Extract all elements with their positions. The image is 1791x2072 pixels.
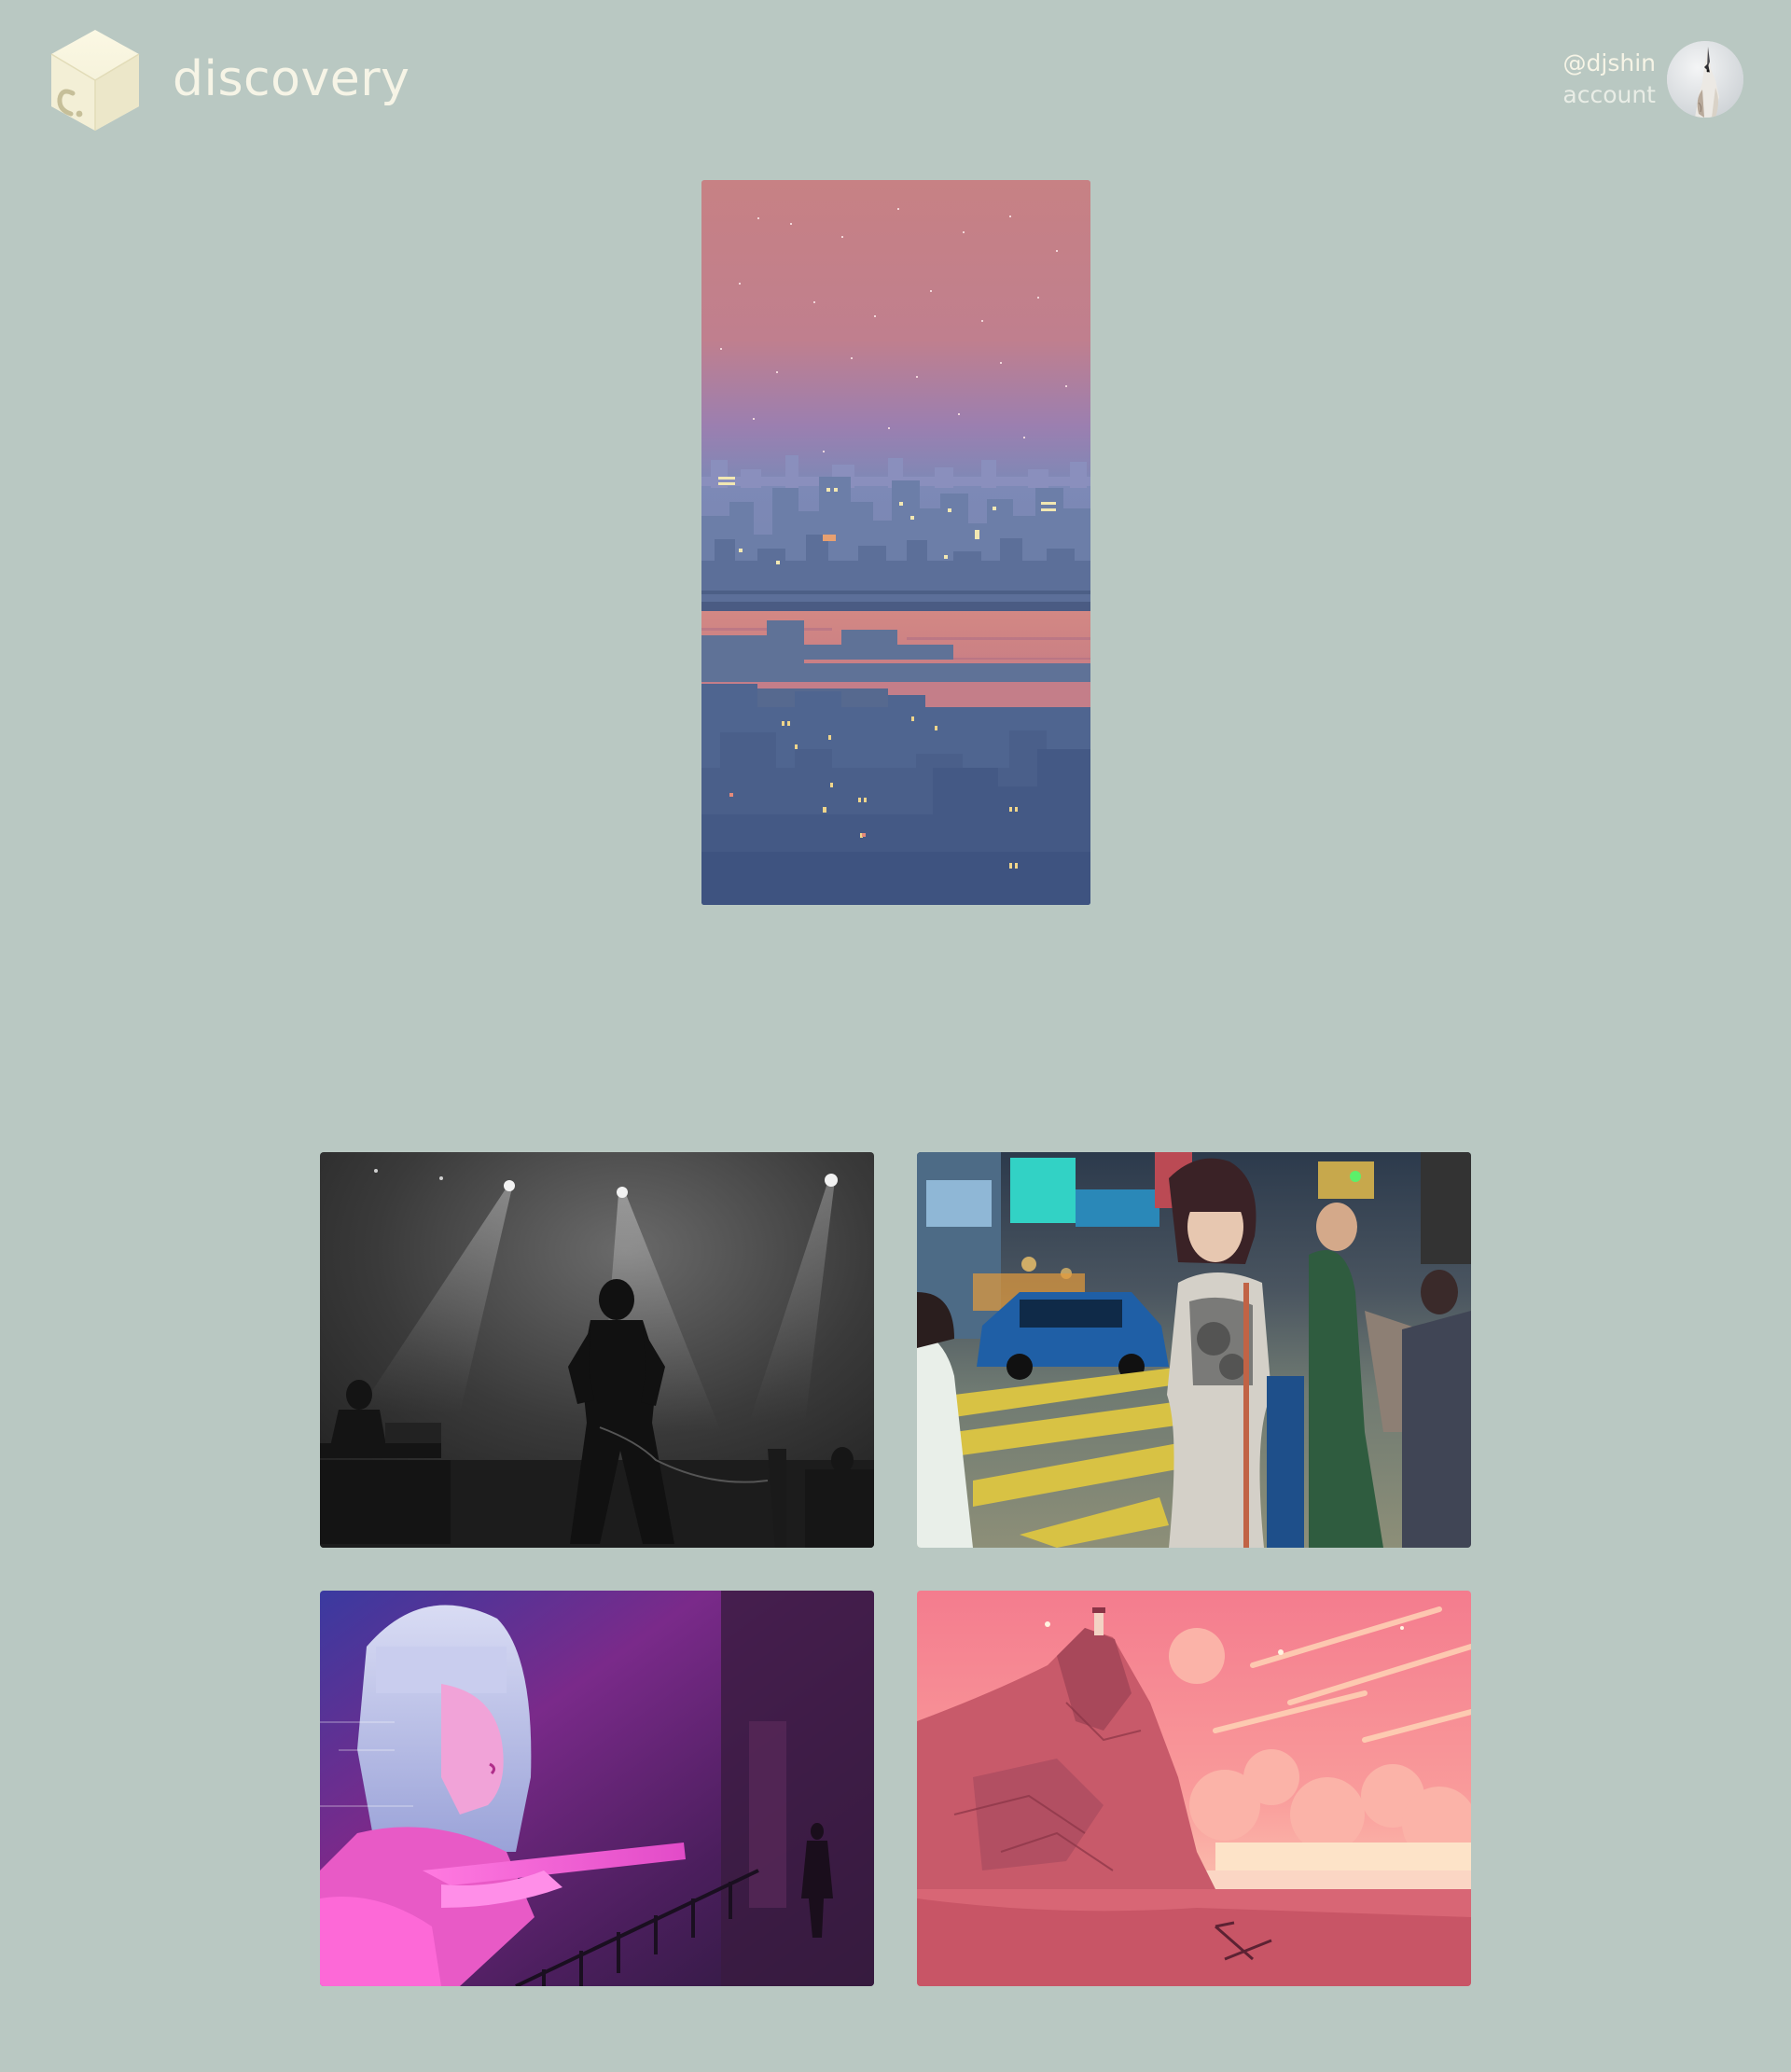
featured-image[interactable] <box>701 180 1090 905</box>
bird-avatar-icon[interactable] <box>1667 41 1743 118</box>
brand-title: discovery <box>173 51 410 107</box>
account-handle: @djshin <box>1562 49 1656 76</box>
account-label[interactable]: account <box>1562 79 1656 111</box>
logo-icon[interactable] <box>49 28 142 132</box>
account-text: @djshin account <box>1562 48 1656 111</box>
gallery-image-hologram[interactable] <box>320 1591 874 1986</box>
header: discovery @djshin account <box>0 0 1791 163</box>
gallery-image-cliff[interactable] <box>917 1591 1471 1986</box>
gallery-image-street[interactable] <box>917 1152 1471 1548</box>
gallery-image-concert[interactable] <box>320 1152 874 1548</box>
account-menu[interactable]: @djshin account <box>1562 41 1743 118</box>
